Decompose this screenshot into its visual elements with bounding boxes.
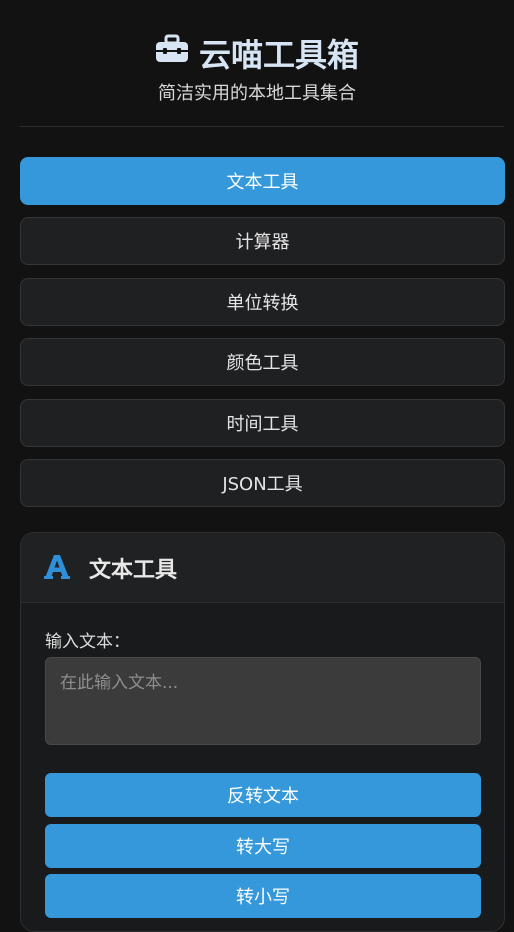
- nav-item-color-tools[interactable]: 颜色工具: [20, 338, 505, 387]
- nav-item-unit-converter[interactable]: 单位转换: [20, 277, 505, 326]
- nav-item-calculator[interactable]: 计算器: [20, 217, 505, 266]
- text-input[interactable]: [45, 657, 481, 745]
- panel-header: 文本工具: [21, 533, 504, 603]
- app-subtitle: 简洁实用的本地工具集合: [158, 83, 356, 104]
- app-title: 云喵工具箱: [0, 30, 514, 76]
- uppercase-button[interactable]: 转大写: [45, 823, 481, 868]
- text-tools-panel: 文本工具 输入文本： 反转文本 转大写 转小写: [20, 532, 505, 932]
- input-label: 输入文本：: [45, 632, 130, 652]
- lowercase-button[interactable]: 转小写: [45, 874, 481, 918]
- action-buttons: 反转文本 转大写 转小写: [45, 773, 481, 925]
- nav-item-json-tools[interactable]: JSON工具: [20, 458, 505, 507]
- reverse-text-button[interactable]: 反转文本: [45, 773, 481, 817]
- font-icon: [43, 552, 71, 584]
- nav-item-text-tools[interactable]: 文本工具: [20, 157, 505, 205]
- panel-title: 文本工具: [89, 557, 178, 583]
- nav-item-time-tools[interactable]: 时间工具: [20, 398, 505, 447]
- app-header: 云喵工具箱 简洁实用的本地工具集合: [0, 0, 514, 127]
- app-title-text: 云喵工具箱: [198, 36, 359, 74]
- toolbox-icon: [155, 34, 189, 72]
- tool-nav: 文本工具 计算器 单位转换 颜色工具 时间工具 JSON工具: [20, 157, 505, 519]
- header-divider: [20, 126, 504, 127]
